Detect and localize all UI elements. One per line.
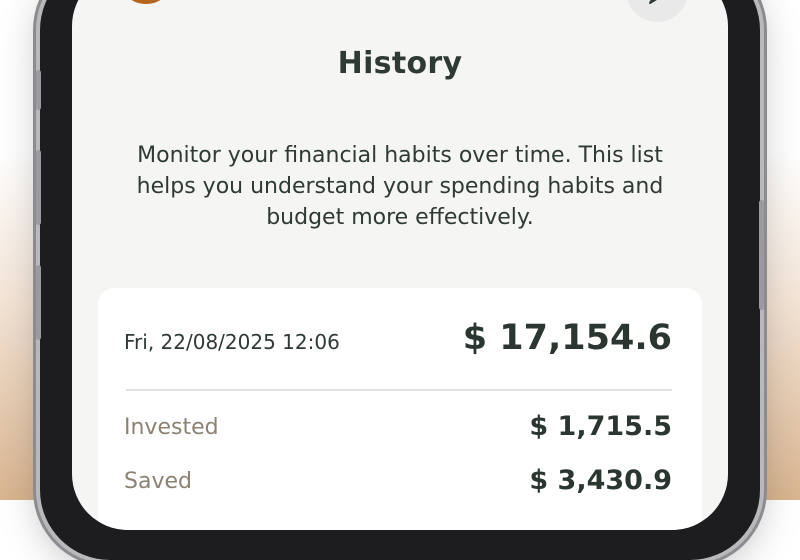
history-entry-card[interactable]: Fri, 22/08/2025 12:06 $ 17,154.6 Investe… (98, 288, 702, 530)
entry-row-saved: Saved $ 3,430.9 (124, 465, 672, 499)
row-label: Saved (124, 469, 192, 494)
entry-header: Fri, 22/08/2025 12:06 $ 17,154.6 (124, 318, 672, 364)
phone-side-button (36, 150, 41, 225)
divider (126, 389, 672, 391)
page-description: Monitor your financial habits over time.… (136, 143, 664, 230)
row-value: $ 3,430.9 (529, 465, 672, 496)
phone-side-button (36, 70, 41, 110)
app-screen: History Monitor your financial habits ov… (72, 0, 728, 530)
leaf-logo-icon (116, 0, 176, 15)
row-value: $ 1,715.5 (529, 411, 672, 442)
entry-date: Fri, 22/08/2025 12:06 (124, 330, 340, 354)
row-label: Invested (124, 415, 219, 440)
phone-side-button (759, 200, 764, 310)
page-title: History (337, 46, 463, 81)
entry-row-invested: Invested $ 1,715.5 (124, 411, 672, 445)
entry-total: $ 17,154.6 (462, 318, 672, 358)
phone-side-button (36, 265, 41, 340)
share-icon (646, 0, 668, 9)
share-button[interactable] (626, 0, 688, 22)
